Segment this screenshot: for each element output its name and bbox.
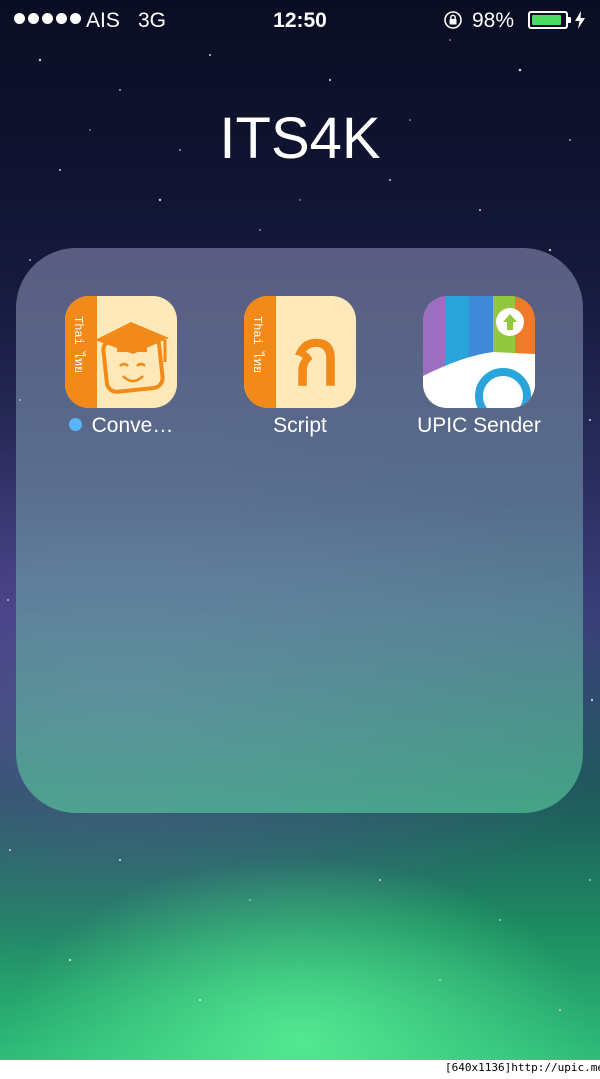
app-label: Conve…	[31, 414, 211, 438]
app-label: Script	[273, 414, 327, 437]
battery-percent: 98%	[472, 9, 515, 32]
thai-graduate-app-icon[interactable]: Thai ไทย	[65, 296, 177, 408]
home-screen: AIS 3G 12:50 98% ITS4K Thai ไทย Conve… T…	[0, 0, 600, 1060]
charging-bolt-icon	[575, 11, 585, 29]
rotation-lock-icon	[444, 11, 462, 29]
icon-thai-glyph: ก	[292, 313, 339, 403]
app-label: UPIC Sender	[417, 414, 541, 437]
thai-script-app-icon[interactable]: Thai ไทย ก	[244, 296, 356, 408]
app-conve[interactable]: Thai ไทย Conve…	[31, 296, 211, 438]
app-upic-sender[interactable]: UPIC Sender	[389, 296, 569, 438]
update-dot-icon	[68, 418, 82, 431]
status-bar: AIS 3G 12:50 98%	[0, 0, 600, 40]
icon-thai-text: Thai ไทย	[71, 316, 86, 373]
image-source-footer: [640x1136]http://upic.me/	[445, 1061, 600, 1074]
folder-title[interactable]: ITS4K	[0, 105, 600, 172]
upic-sender-app-icon[interactable]	[423, 296, 535, 408]
battery-level	[532, 15, 562, 25]
icon-thai-text: Thai ไทย	[250, 316, 265, 373]
app-script[interactable]: Thai ไทย ก Script	[210, 296, 390, 438]
battery-icon	[528, 11, 571, 29]
